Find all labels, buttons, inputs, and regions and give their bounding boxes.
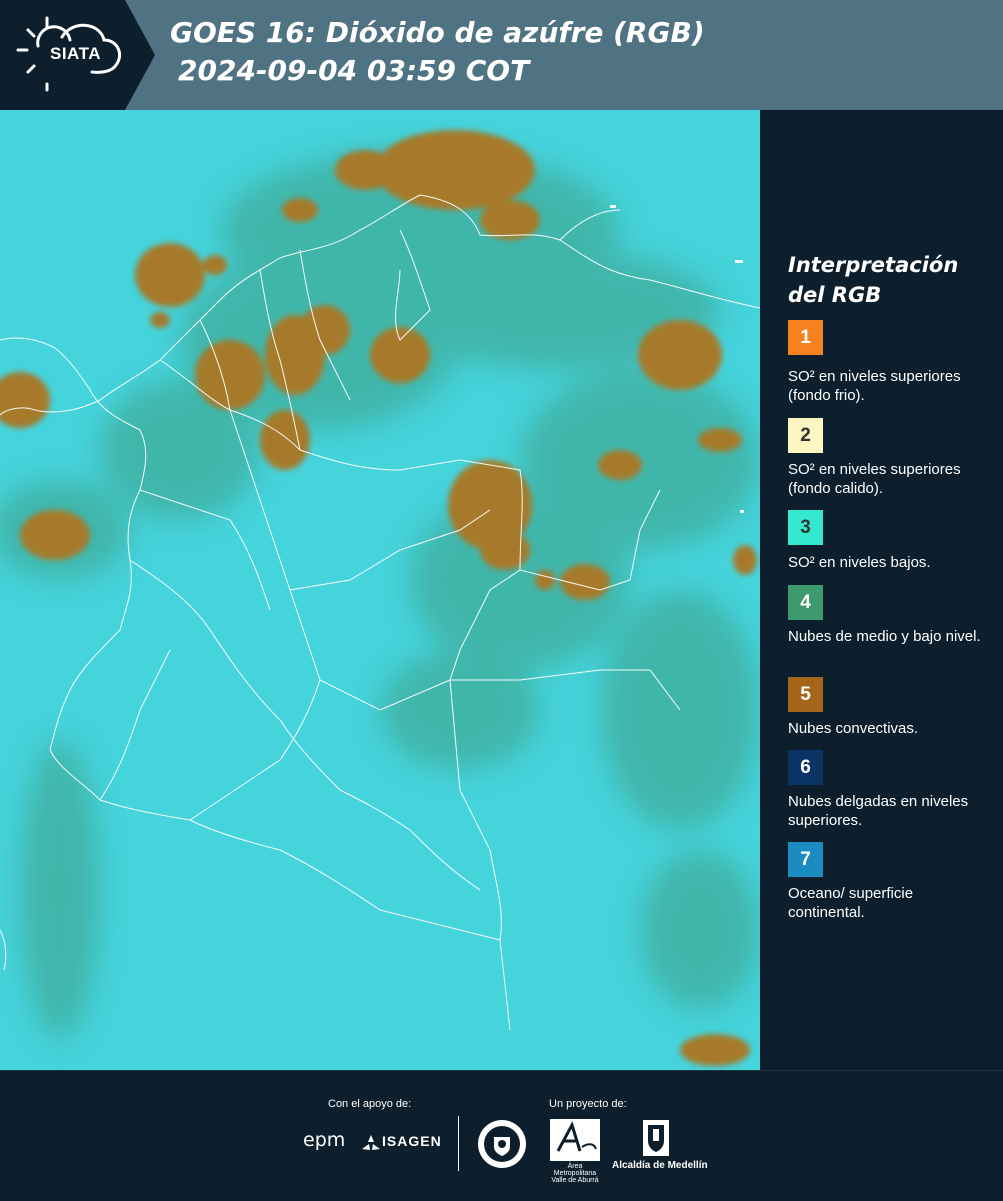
satellite-map — [0, 110, 760, 1070]
legend-swatch-1: 1 — [788, 320, 823, 355]
legend-label-6: Nubes delgadas en niveles superiores. — [788, 793, 969, 829]
legend-label-1: SO² en niveles superiores (fondo frio). — [788, 368, 961, 404]
legend-swatch-5: 5 — [788, 677, 823, 712]
legend-title: Interpretación del RGB — [788, 253, 959, 307]
header-bar: SIATA GOES 16: Dióxido de azúfre (RGB) 2… — [0, 0, 1003, 110]
alcaldia-shield-icon — [643, 1120, 669, 1156]
legend-swatch-7: 7 — [788, 842, 823, 877]
legend-label-5: Nubes convectivas. — [788, 720, 919, 737]
legend-label-4: Nubes de medio y bajo nivel. — [788, 628, 981, 645]
legend-panel: Interpretación del RGB 1 SO² en niveles … — [760, 110, 1003, 1070]
medellin-seal-icon — [478, 1120, 526, 1168]
legend-swatch-6: 6 — [788, 750, 823, 785]
siata-logo: SIATA — [0, 0, 155, 110]
footer: Con el apoyo de: Un proyecto de: epm ISA… — [0, 1070, 1003, 1201]
alcaldia-label: Alcaldía de Medellín — [612, 1160, 708, 1171]
legend-swatch-3: 3 — [788, 510, 823, 545]
support-label: Con el apoyo de: — [328, 1098, 412, 1110]
legend-label-2: SO² en niveles superiores (fondo calido)… — [788, 461, 961, 497]
legend-label-3: SO² en niveles bajos. — [788, 554, 931, 571]
legend-swatch-2: 2 — [788, 418, 823, 453]
project-label: Un proyecto de: — [549, 1098, 627, 1110]
footer-divider — [458, 1116, 459, 1171]
isagen-logo: ISAGEN — [382, 1133, 442, 1149]
area-metropolitana-label: Área Metropolitana Valle de Aburrá — [551, 1163, 599, 1184]
page-title: GOES 16: Dióxido de azúfre (RGB) — [170, 16, 705, 49]
page-timestamp: 2024-09-04 03:59 COT — [178, 54, 530, 87]
legend-label-7: Oceano/ superficie continental. — [788, 885, 914, 921]
legend-swatch-4: 4 — [788, 585, 823, 620]
logo-text: SIATA — [50, 44, 101, 63]
epm-logo: epm — [303, 1129, 346, 1151]
isagen-icon — [362, 1135, 380, 1150]
area-metropolitana-logo — [550, 1119, 600, 1161]
